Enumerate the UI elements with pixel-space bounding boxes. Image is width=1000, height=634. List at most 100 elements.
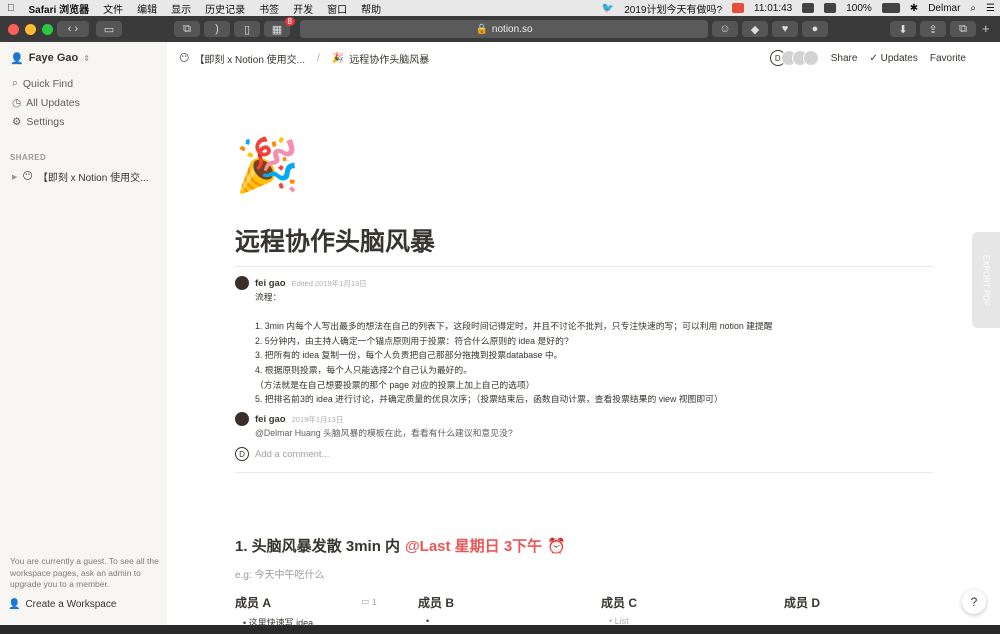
divider <box>235 472 933 473</box>
avatar: D <box>235 447 249 461</box>
app-status-icon[interactable] <box>727 2 749 14</box>
share-button[interactable]: Share <box>831 53 858 64</box>
share-icon[interactable]: ⇪ <box>920 21 946 37</box>
window-controls <box>0 23 53 35</box>
bird-icon[interactable]: 🐦 <box>597 3 619 14</box>
extension-icon-3[interactable]: ◆ <box>742 21 768 37</box>
user-plus-icon: 👤 <box>8 599 21 610</box>
pocket-icon[interactable]: ♥ <box>772 21 798 37</box>
bluetooth-icon[interactable]: ✱ <box>905 3 923 14</box>
collaborator-avatars[interactable]: D <box>769 50 819 66</box>
extension-icon-2[interactable]: ☺ <box>712 21 738 37</box>
checkmark-icon: ✓ <box>869 52 881 64</box>
breadcrumb-current[interactable]: 远程协作头脑风暴 <box>349 51 429 66</box>
menu-extras-icon[interactable]: ☰ <box>981 3 1000 14</box>
workspace-switcher[interactable]: 👤 Faye Gao ⇕ <box>0 42 167 74</box>
sidebar-item-all-updates[interactable]: ◷ All Updates <box>0 93 167 112</box>
section-subtitle[interactable]: e.g: 今天中午吃什么 <box>235 566 324 581</box>
add-comment-placeholder: Add a comment... <box>255 448 330 460</box>
sidebar-item-shared-page[interactable]: ▶ 😶 【即刻 x Notion 使用交... <box>0 167 167 186</box>
user-name[interactable]: Delmar <box>923 3 965 14</box>
search-icon: ⌕ <box>12 77 18 89</box>
gear-icon: ⚙ <box>12 115 22 128</box>
date-mention[interactable]: @Last 星期日 3下午 <box>405 535 542 556</box>
sidebar-item-settings[interactable]: ⚙ Settings <box>0 112 167 131</box>
menu-view[interactable]: 显示 <box>164 1 198 16</box>
page-topbar: 😶 【即刻 x Notion 使用交... / 🎉 远程协作头脑风暴 D Sha… <box>167 42 1000 74</box>
add-comment-input[interactable]: D Add a comment... <box>235 447 329 461</box>
zoom-window-button[interactable] <box>42 23 53 35</box>
create-workspace-label: Create a Workspace <box>25 599 117 610</box>
sync-icon[interactable] <box>819 2 841 14</box>
comment: fei gao Edited 2019年1月13日 流程： 1. 3min 内每… <box>235 276 933 407</box>
reminder-text[interactable]: 2019计划今天有做吗? <box>619 1 727 16</box>
member-a-heading[interactable]: 成员 A <box>235 594 271 611</box>
battery-icon[interactable] <box>877 2 905 14</box>
alarm-clock-icon: ⏰ <box>547 537 566 555</box>
app-menu[interactable]: Safari 浏览器 <box>22 1 97 16</box>
comment: fei gao 2019年1月13日 @Delmar Huang 头脑风暴的模板… <box>235 412 933 441</box>
phone-icon[interactable]: ▯ <box>234 21 260 37</box>
battery-text[interactable]: 100% <box>841 3 877 14</box>
extension-icon[interactable]: ⧉ <box>174 21 200 37</box>
apple-icon[interactable]:  <box>0 3 22 14</box>
breadcrumb-separator: / <box>317 52 320 64</box>
triangle-right-icon[interactable]: ▶ <box>12 173 17 181</box>
close-window-button[interactable] <box>8 23 19 35</box>
extension-icon-4[interactable]: ● <box>802 21 828 37</box>
menu-help[interactable]: 帮助 <box>354 1 388 16</box>
help-button[interactable]: ? <box>962 590 986 614</box>
tabs-icon[interactable]: ⧉ <box>950 21 976 37</box>
search-icon[interactable]: ⌕ <box>965 3 981 14</box>
rss-icon[interactable]: ) <box>204 21 230 37</box>
heading-text: 1. 头脑风暴发散 3min 内 <box>235 538 401 555</box>
notion-window: 👤 Faye Gao ⇕ ⌕ Quick Find ◷ All Updates … <box>0 42 1000 628</box>
create-workspace-button[interactable]: 👤 Create a Workspace <box>8 599 116 610</box>
section-heading[interactable]: 1. 头脑风暴发散 3min 内 @Last 星期日 3下午 ⏰ <box>235 535 566 556</box>
menu-history[interactable]: 历史记录 <box>198 1 252 16</box>
member-d-heading[interactable]: 成员 D <box>784 594 820 611</box>
chevron-updown-icon: ⇕ <box>83 53 90 63</box>
comment-date: Edited 2019年1月13日 <box>291 278 367 288</box>
page-title[interactable]: 远程协作头脑风暴 <box>235 222 435 258</box>
comment-count[interactable]: ▭ 1 <box>361 596 377 607</box>
member-b-heading[interactable]: 成员 B <box>418 594 454 611</box>
list-item[interactable]: • 这里快速写 idea <box>243 616 313 629</box>
wechat-icon[interactable] <box>797 2 819 14</box>
comment-date: 2019年1月13日 <box>291 414 344 424</box>
menu-edit[interactable]: 编辑 <box>130 1 164 16</box>
menu-bookmarks[interactable]: 书签 <box>252 1 286 16</box>
menu-develop[interactable]: 开发 <box>286 1 320 16</box>
page-icon[interactable]: 🎉 <box>235 136 300 196</box>
avatar <box>235 412 249 426</box>
favorite-button[interactable]: Favorite <box>930 53 966 64</box>
divider <box>235 266 933 267</box>
avatar <box>802 50 819 66</box>
breadcrumb-parent[interactable]: 【即刻 x Notion 使用交... <box>194 51 305 66</box>
back-forward-buttons[interactable]: ‹ › <box>57 21 89 37</box>
address-bar[interactable]: 🔒 notion.so <box>300 20 708 38</box>
menu-window[interactable]: 窗口 <box>320 1 354 16</box>
lock-icon: 🔒 <box>475 23 488 35</box>
page-emoji-icon: 😶 <box>22 171 33 182</box>
comment-body: 流程： 1. 3min 内每个人写出最多的想法在自己的列表下，这段时间记得定时，… <box>255 292 773 405</box>
tab-overview-icon[interactable]: ▦ 8 <box>264 17 295 37</box>
guest-note: You are currently a guest. To see all th… <box>10 556 159 589</box>
download-icon[interactable]: ⬇ <box>890 21 916 37</box>
minimize-window-button[interactable] <box>25 23 36 35</box>
sidebar-item-quick-find[interactable]: ⌕ Quick Find <box>0 74 167 93</box>
member-c-heading[interactable]: 成员 C <box>601 594 637 611</box>
menu-file[interactable]: 文件 <box>96 1 130 16</box>
breadcrumb-parent-emoji-icon: 😶 <box>179 52 190 64</box>
export-pdf-tab[interactable]: EXPORT PDF <box>972 232 1000 328</box>
avatar <box>235 276 249 290</box>
updates-label: Updates <box>880 52 918 64</box>
new-tab-icon[interactable]: + <box>982 21 990 36</box>
workspace-name: Faye Gao <box>28 52 79 64</box>
url-text: notion.so <box>491 23 533 35</box>
updates-button[interactable]: ✓ Updates <box>869 53 917 64</box>
clock-text[interactable]: 11:01:43 <box>749 3 797 14</box>
sidebar-item-label: Settings <box>26 115 65 128</box>
breadcrumb-current-emoji-icon: 🎉 <box>331 52 345 64</box>
sidebar-toggle-icon[interactable]: ▭ <box>96 21 122 37</box>
